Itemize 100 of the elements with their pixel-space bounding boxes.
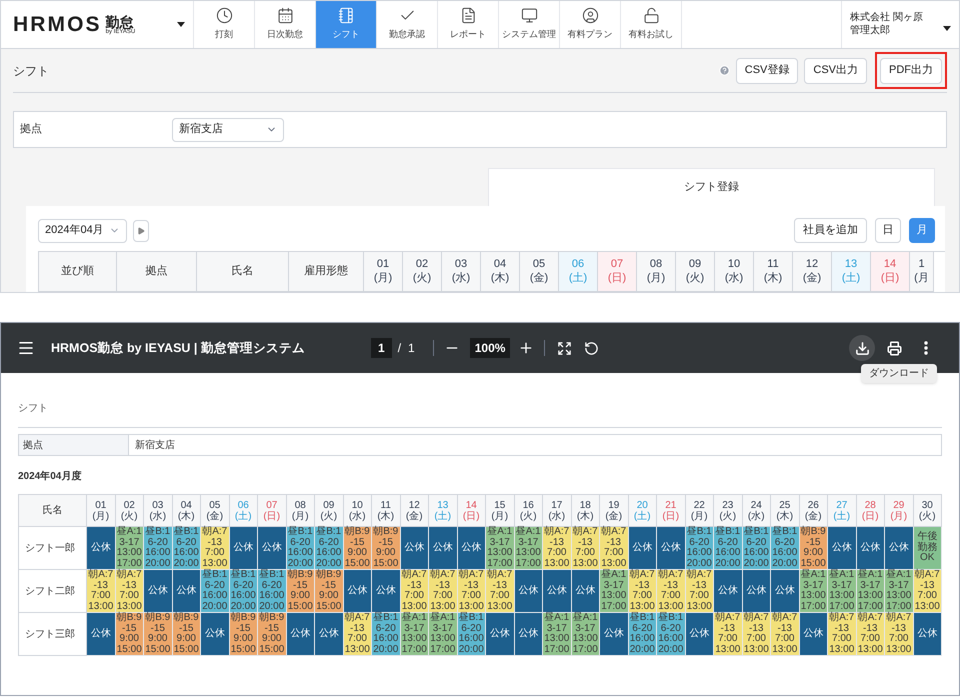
add-employee-button[interactable]: 社員を追加 xyxy=(794,218,867,243)
shift-cell: 朝A:7-13 7:00 13:00 xyxy=(885,613,914,656)
shift-cell: 昼B:16-20 16:00 20:00 xyxy=(657,613,686,656)
period-label: 2024年04月度 xyxy=(18,471,82,482)
monitor-icon xyxy=(520,7,538,24)
document-heading: シフト xyxy=(18,403,48,414)
nav-tab[interactable]: 打刻 xyxy=(193,1,254,48)
shift-cell: 昼B:16-20 16:00 20:00 xyxy=(315,527,344,570)
rotate-icon[interactable] xyxy=(584,340,600,356)
nav-tab[interactable]: 有料お試し xyxy=(620,1,681,48)
day-header: 08 (月) xyxy=(286,495,315,527)
view-toggle[interactable]: 日 xyxy=(875,218,901,243)
shift-cell: 昼A:13-17 13:00 17:00 xyxy=(400,613,429,656)
document-icon xyxy=(460,7,476,24)
shift-cell: 朝A:7-13 7:00 13:00 xyxy=(429,570,458,613)
shift-cell: 公休 xyxy=(714,570,742,613)
caret-icon[interactable] xyxy=(177,22,185,28)
shift-cell: 公休 xyxy=(315,613,344,656)
logo-text: HRMOS xyxy=(13,12,102,38)
branch-select[interactable]: 新宿支店 xyxy=(172,118,284,142)
day-header: 14 (日) xyxy=(458,495,486,527)
shift-cell: 公休 xyxy=(486,613,514,656)
page-number-field[interactable]: 1 xyxy=(371,338,392,358)
day-header: 26 (金) xyxy=(800,495,828,527)
filter-label: 拠点 xyxy=(19,122,43,138)
day-header: 08 (月) xyxy=(637,252,676,292)
shift-cell: 公休 xyxy=(572,570,600,613)
page-title: シフト xyxy=(13,62,49,80)
day-header: 22 (月) xyxy=(686,495,714,527)
shift-cell: 昼A:13-17 13:00 17:00 xyxy=(116,527,144,570)
shift-cell: 昼A:13-17 13:00 17:00 xyxy=(514,527,543,570)
header-button[interactable]: PDF出力 xyxy=(880,58,942,84)
header-button[interactable]: CSV出力 xyxy=(804,58,867,84)
shift-cell: 公休 xyxy=(400,527,429,570)
shift-cell: 昼A:13-17 13:00 17:00 xyxy=(600,570,628,613)
day-header: 25 (木) xyxy=(771,495,800,527)
shift-cell: 昼A:13-17 13:00 17:00 xyxy=(486,527,514,570)
page-separator: / xyxy=(398,340,402,357)
day-header: 1 (月 xyxy=(910,252,934,292)
day-header: 24 (水) xyxy=(742,495,771,527)
shift-cell: 昼B:16-20 16:00 20:00 xyxy=(230,570,258,613)
page-count: 1 xyxy=(408,340,415,357)
zoom-field[interactable]: 100% xyxy=(470,338,510,358)
shift-cell: 昼A:13-17 13:00 17:00 xyxy=(572,613,600,656)
next-month-button[interactable] xyxy=(133,220,149,242)
shift-cell: 昼B:16-20 16:00 20:00 xyxy=(172,527,201,570)
shift-cell: 昼A:13-17 13:00 17:00 xyxy=(828,570,856,613)
tab[interactable]: シフト登録 xyxy=(488,168,935,206)
toolbar-button[interactable] xyxy=(849,335,875,361)
shift-cell: 朝A:7-13 7:00 13:00 xyxy=(714,613,742,656)
shift-cell: 昼B:16-20 16:00 20:00 xyxy=(144,527,172,570)
day-header: 06 (土) xyxy=(230,495,258,527)
day-header: 01 (月) xyxy=(87,495,116,527)
logo-suffix: 勤怠 xyxy=(106,14,134,28)
shift-cell: 朝A:7-13 7:00 13:00 xyxy=(828,613,856,656)
shift-cell: 公休 xyxy=(429,527,458,570)
column-header: 並び順 xyxy=(39,252,117,292)
header-button[interactable]: CSV登録 xyxy=(736,58,798,84)
shift-cell: 公休 xyxy=(657,527,686,570)
shift-cell: 昼B:16-20 16:00 20:00 xyxy=(258,570,286,613)
shift-cell: 朝A:7-13 7:00 13:00 xyxy=(628,570,657,613)
nav-tab[interactable]: レポート xyxy=(437,1,498,48)
caret-icon[interactable] xyxy=(943,26,951,32)
day-header: 16 (火) xyxy=(514,495,543,527)
shift-cell: 公休 xyxy=(258,527,286,570)
shift-cell: 朝B:9-15 9:00 15:00 xyxy=(230,613,258,656)
shift-cell: 朝A:7-13 7:00 13:00 xyxy=(87,570,116,613)
day-header: 28 (日) xyxy=(856,495,885,527)
user-name: 管理太郎 xyxy=(850,24,891,37)
day-header: 19 (金) xyxy=(600,495,628,527)
nav-tab[interactable]: システム管理 xyxy=(498,1,559,48)
menu-icon[interactable] xyxy=(17,339,35,357)
shift-cell: 昼B:16-20 16:00 20:00 xyxy=(458,613,486,656)
nav-tab[interactable]: 勤怠承認 xyxy=(376,1,437,48)
day-header: 27 (土) xyxy=(828,495,856,527)
day-header: 09 (火) xyxy=(315,495,344,527)
nav-tab[interactable]: 有料プラン xyxy=(559,1,620,48)
more-icon xyxy=(924,341,928,355)
shift-cell: 朝A:7-13 7:00 13:00 xyxy=(543,527,572,570)
shift-cell: 昼B:16-20 16:00 20:00 xyxy=(771,527,800,570)
day-header: 30 (火) xyxy=(914,495,942,527)
shift-cell: 朝B:9-15 9:00 15:00 xyxy=(800,527,828,570)
filter-label: 拠点 xyxy=(19,435,129,455)
shift-cell: 朝A:7-13 7:00 13:00 xyxy=(600,527,628,570)
shift-cell: 昼B:16-20 16:00 20:00 xyxy=(286,527,315,570)
shift-cell: 公休 xyxy=(172,570,201,613)
user-icon xyxy=(582,7,598,24)
shift-cell: 朝A:7-13 7:00 13:00 xyxy=(771,613,800,656)
shift-cell: 公休 xyxy=(914,613,942,656)
day-header: 02 (火) xyxy=(403,252,442,292)
shift-cell: 朝A:7-13 7:00 13:00 xyxy=(686,570,714,613)
shift-cell: 朝B:9-15 9:00 15:00 xyxy=(344,527,372,570)
shift-cell: 昼B:16-20 16:00 20:00 xyxy=(201,570,230,613)
day-header: 13 (土) xyxy=(429,495,458,527)
shift-cell: 朝B:9-15 9:00 15:00 xyxy=(116,613,144,656)
day-header: 21 (日) xyxy=(657,495,686,527)
day-header: 12 (金) xyxy=(400,495,429,527)
day-header: 02 (火) xyxy=(116,495,144,527)
expand-icon[interactable] xyxy=(557,340,572,356)
month-select[interactable]: 2024年04月 xyxy=(38,218,127,242)
